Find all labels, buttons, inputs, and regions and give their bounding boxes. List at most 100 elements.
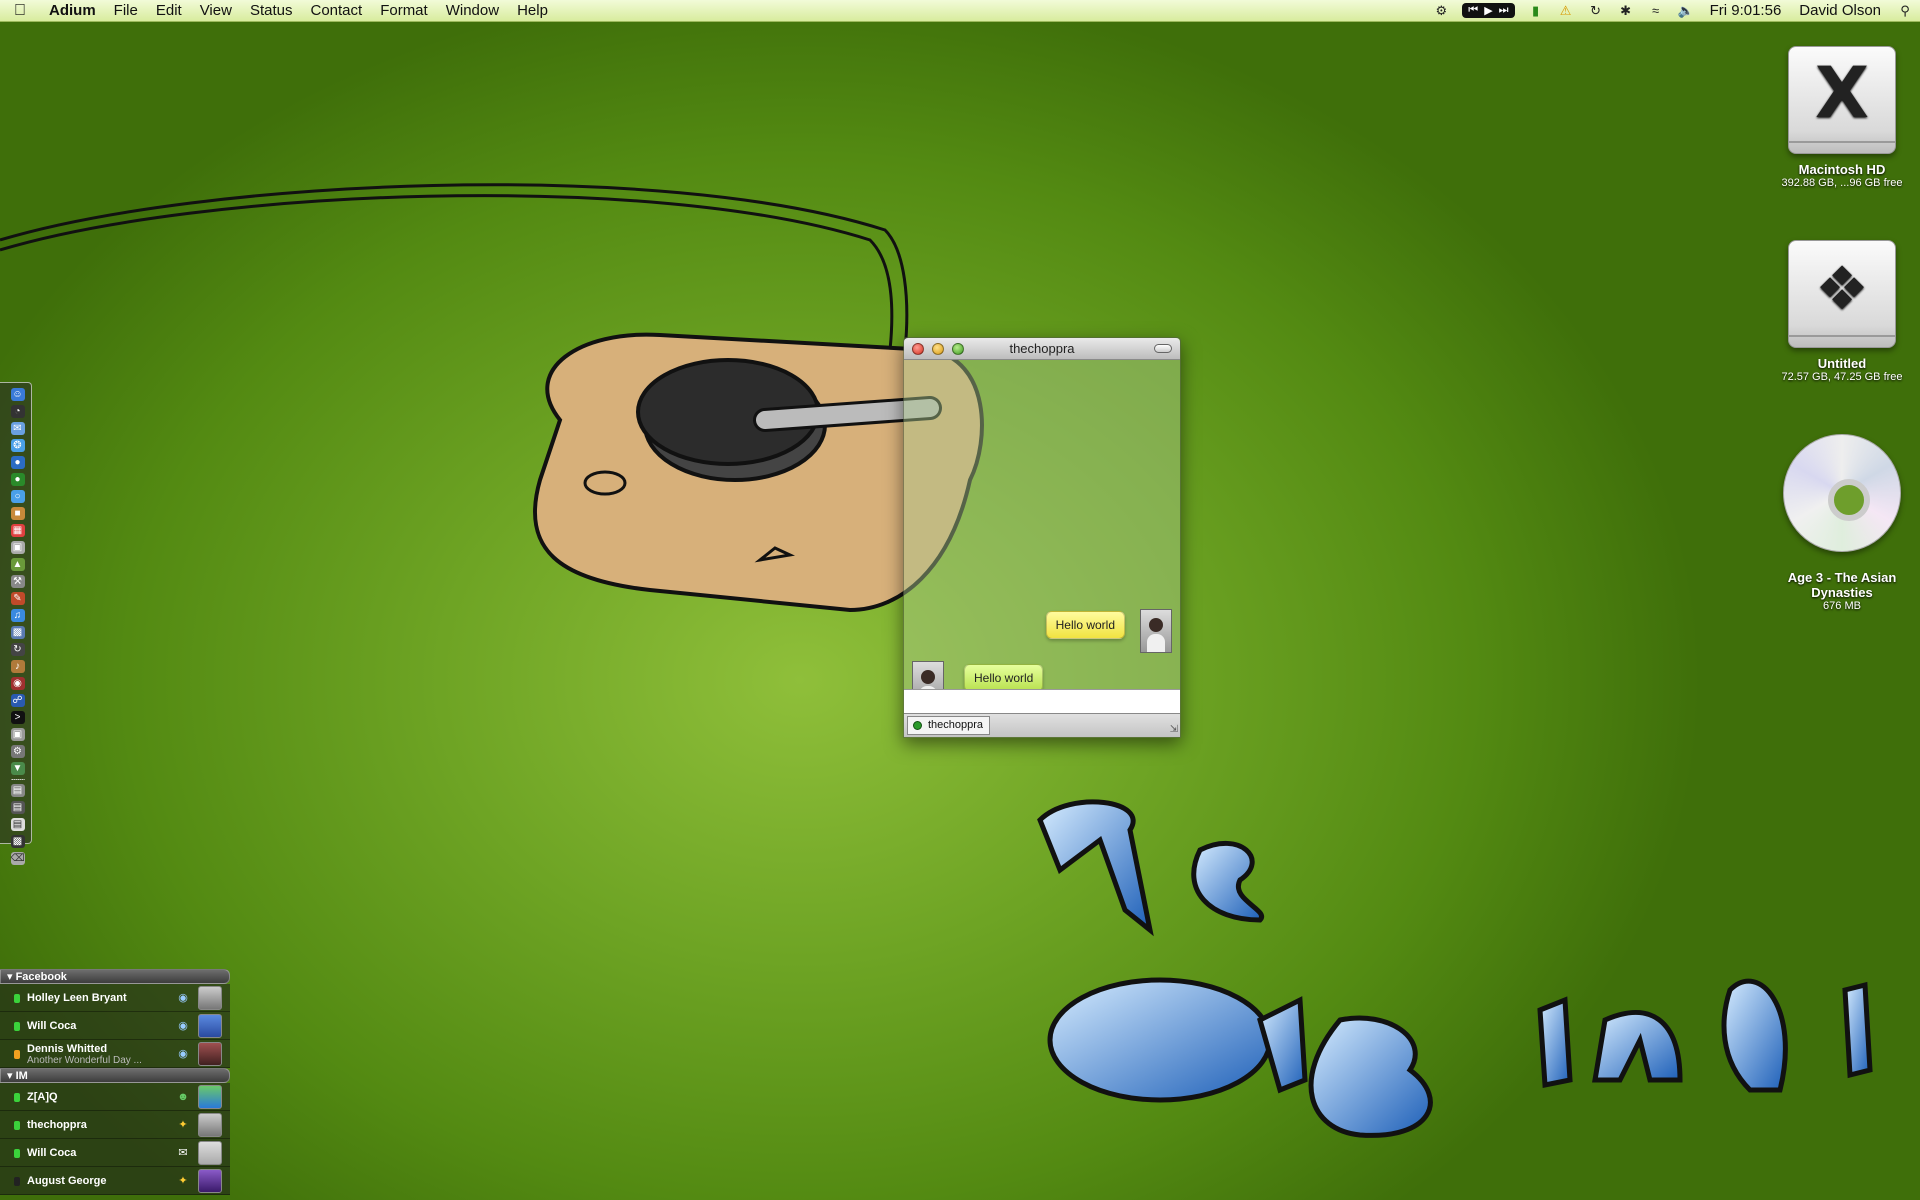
adium-duck-icon[interactable]: ⚙ (1426, 3, 1456, 19)
contact-row[interactable]: Dennis Whitted Another Wonderful Day ...… (0, 1040, 230, 1068)
contact-row[interactable]: Holley Leen Bryant ◉ (0, 984, 230, 1012)
menu-contact[interactable]: Contact (301, 0, 371, 22)
bluetooth-icon[interactable]: ✱ (1611, 3, 1641, 19)
toolbar-toggle-button[interactable] (1154, 344, 1172, 353)
network-icon[interactable]: ☍ (10, 694, 25, 707)
zoom-window-button[interactable] (952, 343, 964, 355)
available-status-icon (14, 994, 20, 1003)
message-input[interactable] (904, 689, 1180, 713)
mail-icon[interactable]: ✉ (10, 422, 25, 435)
fast-user-switch[interactable]: David Olson (1790, 2, 1890, 19)
menu-status[interactable]: Status (241, 0, 302, 22)
menu-format[interactable]: Format (371, 0, 437, 22)
firefox-icon[interactable]: ● (10, 456, 25, 469)
spotlight-search-icon[interactable]: ⚲ (1890, 3, 1920, 19)
desktop-icon-untitled[interactable]: ❖ Untitled 72.57 GB, 47.25 GB free (1772, 240, 1912, 384)
hard-drive-icon[interactable]: ❖ (1788, 240, 1896, 348)
time-machine-dock-icon[interactable]: ↻ (10, 643, 25, 656)
menu-window[interactable]: Window (437, 0, 508, 22)
text-file-icon[interactable]: ▤ (10, 818, 25, 831)
menu-file[interactable]: File (105, 0, 147, 22)
tools-icon[interactable]: ⚒ (10, 575, 25, 588)
outgoing-message-bubble: Hello world (1045, 611, 1125, 639)
documents-stack-icon[interactable]: ▤ (10, 784, 25, 797)
time-machine-icon[interactable]: ↻ (1581, 3, 1611, 19)
menu-help[interactable]: Help (508, 0, 557, 22)
menu-extras: ⚙ ⏮ ▶ ⏭ ▮ ⚠ ↻ ✱ ≈ 🔈 Fri 9:01:56 David Ol… (1426, 0, 1920, 22)
desktop-icon-label: Untitled (1817, 356, 1867, 371)
calendar-icon[interactable]: ▦ (10, 524, 25, 537)
desktop-icon-info: 392.88 GB, ...96 GB free (1781, 177, 1903, 189)
contact-row[interactable]: Z[A]Q ☻ (0, 1083, 230, 1111)
preview-icon[interactable]: ▣ (10, 541, 25, 554)
battery-meter-icon[interactable]: ▮ (1521, 3, 1551, 19)
safari-icon[interactable]: ❂ (10, 439, 25, 452)
terminal-icon[interactable]: > (10, 711, 25, 724)
system-preferences-icon[interactable]: ⚙ (10, 745, 25, 758)
hard-drive-icon[interactable]: X (1788, 46, 1896, 154)
contact-avatar (198, 1169, 222, 1193)
menu-app-name[interactable]: Adium (40, 0, 105, 22)
available-status-icon (14, 1121, 20, 1130)
available-status-icon (14, 1093, 20, 1102)
facebook-service-icon: ◉ (178, 992, 188, 1004)
chat-transcript[interactable]: Hello world Hello world (904, 361, 1180, 705)
contact-row[interactable]: Will Coca ✉ (0, 1139, 230, 1167)
chat-tab-thechoppra[interactable]: thechoppra (907, 716, 991, 735)
menu-edit[interactable]: Edit (147, 0, 191, 22)
chat-window-title: thechoppra (1009, 341, 1075, 356)
warning-icon[interactable]: ⚠ (1551, 3, 1581, 19)
cd-disc-icon[interactable] (1783, 434, 1901, 552)
play-icon[interactable]: ▶ (1484, 4, 1492, 17)
ichat-icon[interactable]: ○ (10, 490, 25, 503)
contact-row[interactable]: thechoppra ✦ (0, 1111, 230, 1139)
applications-stack-icon[interactable]: ▤ (10, 801, 25, 814)
downloads-stack-icon[interactable]: ▼ (10, 762, 25, 775)
spaces-icon[interactable]: ▩ (10, 626, 25, 639)
photo-booth-icon[interactable]: ◉ (10, 677, 25, 690)
available-status-icon (14, 1149, 20, 1158)
itunes-icon[interactable]: ♫ (10, 609, 25, 622)
minimize-window-button[interactable] (932, 343, 944, 355)
online-status-icon (913, 721, 922, 730)
address-book-icon[interactable]: ■ (10, 507, 25, 520)
wallpaper-graffiti-drawing (1037, 799, 1873, 1138)
resize-grip-icon[interactable]: ⇲ (1170, 724, 1178, 735)
apple-icon[interactable]:  (0, 2, 40, 20)
contact-status-message: Another Wonderful Day ... (27, 1055, 142, 1066)
media-controls[interactable]: ⏮ ▶ ⏭ (1462, 3, 1515, 18)
garageband-icon[interactable]: ♪ (10, 660, 25, 673)
group-name: IM (15, 1070, 28, 1082)
volume-icon[interactable]: 🔈 (1671, 3, 1701, 19)
chat-titlebar[interactable]: thechoppra (904, 338, 1180, 360)
iphoto-icon[interactable]: ▲ (10, 558, 25, 571)
previous-track-icon[interactable]: ⏮ (1468, 4, 1478, 17)
contact-row[interactable]: Will Coca ◉ (0, 1012, 230, 1040)
brush-icon[interactable]: ✎ (10, 592, 25, 605)
desktop-icon-info: 72.57 GB, 47.25 GB free (1781, 371, 1903, 383)
wallpaper-turntable-drawing (0, 183, 984, 613)
clock[interactable]: Fri 9:01:56 (1701, 2, 1791, 19)
menu-view[interactable]: View (191, 0, 241, 22)
disk-utility-icon[interactable]: ▣ (10, 728, 25, 741)
desktop-icon-cd[interactable]: Age 3 - The Asian Dynasties 676 MB (1772, 434, 1912, 613)
group-header-facebook[interactable]: ▾ Facebook (0, 969, 230, 984)
trash-icon[interactable]: ⌫ (10, 852, 25, 865)
facebook-service-icon: ◉ (178, 1048, 188, 1060)
desktop-icon-label: Age 3 - The Asian Dynasties (1787, 570, 1897, 600)
finder-icon[interactable]: ☺ (10, 388, 25, 401)
group-header-im[interactable]: ▾ IM (0, 1068, 230, 1083)
contact-row[interactable]: August George ✦ (0, 1167, 230, 1195)
close-window-button[interactable] (912, 343, 924, 355)
next-track-icon[interactable]: ⏭ (1499, 4, 1509, 17)
contact-avatar (198, 1085, 222, 1109)
aim-service-icon: ✦ (178, 1175, 188, 1187)
chat-window[interactable]: thechoppra Hello world Hello world thech… (903, 337, 1181, 738)
folder-icon[interactable]: ▩ (10, 835, 25, 848)
available-status-icon (14, 1022, 20, 1031)
desktop-icon-macintosh-hd[interactable]: X Macintosh HD 392.88 GB, ...96 GB free (1772, 46, 1912, 190)
wifi-icon[interactable]: ≈ (1641, 3, 1671, 18)
contact-name: Holley Leen Bryant (27, 992, 127, 1004)
dashboard-icon[interactable]: ◔ (10, 405, 25, 418)
adium-icon[interactable]: ● (10, 473, 25, 486)
